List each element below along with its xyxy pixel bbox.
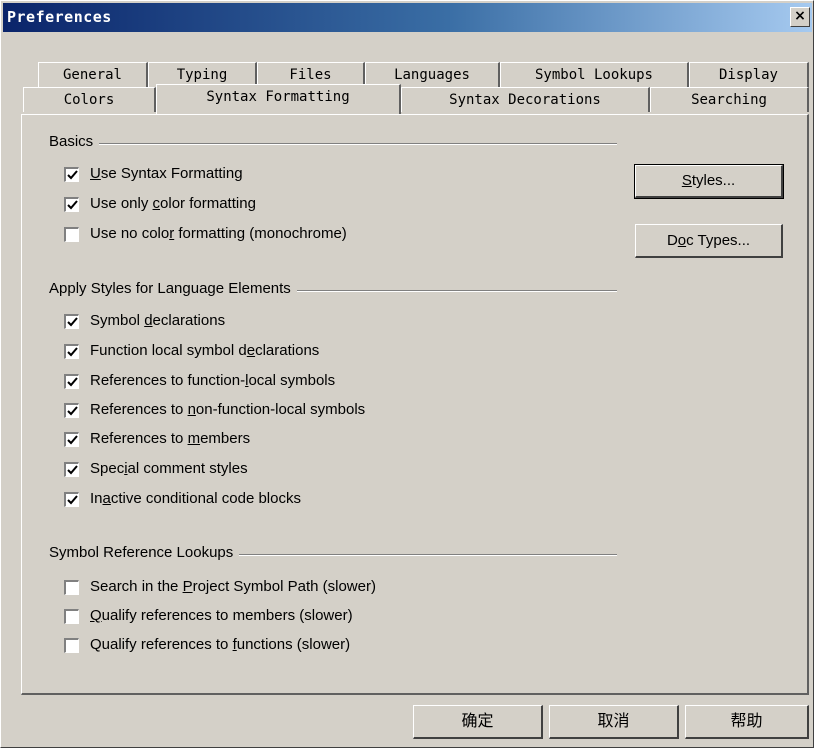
ok-button[interactable]: 确定 [413, 705, 543, 739]
window-title: Preferences [7, 8, 112, 26]
syntax-formatting-panel [21, 114, 809, 695]
help-button[interactable]: 帮助 [685, 705, 809, 739]
close-button[interactable]: × [790, 7, 810, 27]
preferences-dialog: Preferences × General Typing Files Langu… [0, 0, 814, 748]
tab-general[interactable]: General [38, 62, 148, 87]
tab-colors[interactable]: Colors [23, 87, 156, 112]
tab-syntax-decorations[interactable]: Syntax Decorations [401, 87, 650, 112]
tab-syntax-formatting[interactable]: Syntax Formatting [156, 84, 401, 114]
tab-symbol-lookups[interactable]: Symbol Lookups [500, 62, 689, 87]
tab-searching[interactable]: Searching [650, 87, 809, 112]
close-icon: × [794, 8, 806, 24]
title-bar[interactable]: Preferences × [3, 3, 812, 32]
tab-display[interactable]: Display [689, 62, 809, 87]
cancel-button[interactable]: 取消 [549, 705, 679, 739]
